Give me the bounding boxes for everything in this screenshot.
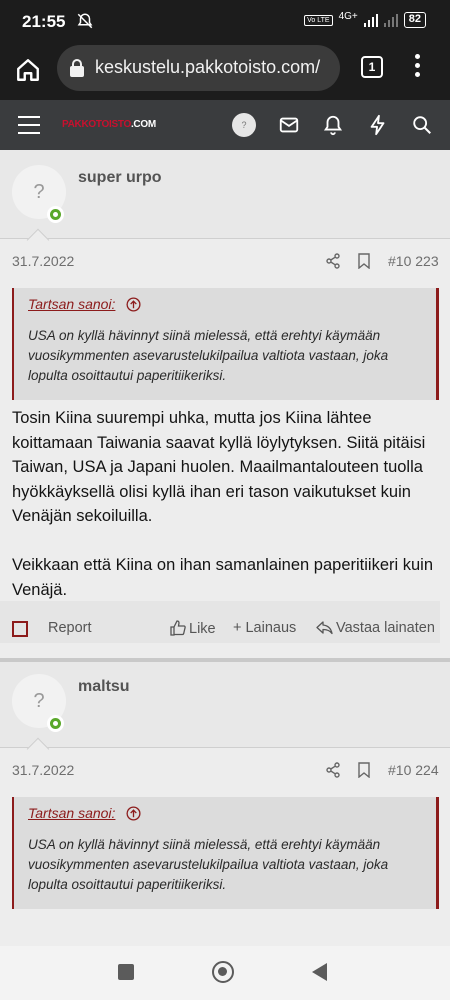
post-number[interactable]: #10 224 — [388, 762, 439, 778]
post-user-block: ? maltsu — [0, 662, 450, 748]
status-indicators: Vo LTE 4G+ 82 — [304, 10, 426, 28]
post-paragraph: Tosin Kiina suurempi uhka, mutta jos Kii… — [12, 409, 426, 525]
post-body: Tosin Kiina suurempi uhka, mutta jos Kii… — [12, 406, 440, 602]
back-triangle-icon[interactable] — [312, 963, 327, 981]
address-bar[interactable]: keskustelu.pakkotoisto.com/ — [57, 45, 340, 91]
username[interactable]: maltsu — [78, 678, 130, 696]
post-number[interactable]: #10 223 — [388, 253, 439, 269]
tabs-icon[interactable]: 1 — [361, 56, 383, 78]
signal-icon — [363, 13, 378, 27]
bookmark-icon[interactable] — [357, 762, 371, 778]
post-paragraph: Veikkaan että Kiina on ihan samanlainen … — [12, 556, 434, 599]
bell-icon[interactable] — [322, 114, 344, 136]
mail-icon[interactable] — [278, 114, 300, 136]
logo-text-white: .COM — [130, 119, 156, 130]
quote-text: USA on kyllä hävinnyt siinä mielessä, et… — [28, 837, 389, 892]
quote-text: USA on kyllä hävinnyt siinä mielessä, et… — [28, 328, 389, 383]
lock-icon — [70, 59, 84, 77]
battery-icon: 82 — [403, 12, 426, 28]
home-icon[interactable] — [15, 57, 41, 83]
report-button[interactable]: Report — [48, 620, 92, 636]
quote-block: Tartsan sanoi: USA on kyllä hävinnyt sii… — [12, 797, 439, 909]
search-icon[interactable] — [411, 114, 433, 136]
online-status-icon — [47, 715, 64, 732]
quote-block: Tartsan sanoi: USA on kyllä hävinnyt sii… — [12, 288, 439, 400]
system-nav-bar — [0, 946, 450, 1000]
logo-text-red: PAKKOTOISTO — [62, 119, 131, 130]
share-icon[interactable] — [325, 762, 341, 778]
thumb-up-icon — [170, 620, 186, 636]
quote-author-link[interactable]: Tartsan sanoi: — [28, 805, 115, 821]
quote-author-link[interactable]: Tartsan sanoi: — [28, 296, 115, 312]
post-meta: 31.7.2022 #10 224 — [0, 762, 450, 782]
quote-button[interactable]: + Lainaus — [233, 620, 296, 636]
url-text[interactable]: keskustelu.pakkotoisto.com/ — [95, 57, 320, 78]
like-button[interactable]: Like — [170, 620, 216, 637]
home-circle-icon[interactable] — [212, 961, 234, 983]
reply-icon — [316, 621, 333, 635]
status-bar: 21:55 Vo LTE 4G+ 82 — [0, 0, 450, 44]
post-meta: 31.7.2022 #10 223 — [0, 253, 450, 273]
signal-secondary-icon — [383, 13, 398, 27]
bookmark-icon[interactable] — [357, 253, 371, 269]
more-vert-icon[interactable] — [410, 54, 424, 80]
network-type: 4G+ — [338, 10, 358, 22]
post-date[interactable]: 31.7.2022 — [12, 762, 74, 778]
reply-quote-button[interactable]: Vastaa lainaten — [316, 620, 435, 636]
post-user-block: ? super urpo — [0, 150, 450, 239]
recents-square-icon[interactable] — [118, 964, 134, 980]
post-date[interactable]: 31.7.2022 — [12, 253, 74, 269]
arrow-up-circle-icon[interactable] — [126, 806, 141, 821]
post-actions: Report Like + Lainaus Vastaa lainaten — [0, 601, 440, 643]
select-checkbox[interactable] — [12, 621, 28, 637]
username[interactable]: super urpo — [78, 169, 162, 187]
like-label: Like — [189, 621, 216, 637]
browser-toolbar: keskustelu.pakkotoisto.com/ 1 — [0, 44, 450, 100]
user-avatar[interactable]: ? — [232, 113, 256, 137]
share-icon[interactable] — [325, 253, 341, 269]
mute-bell-icon — [77, 13, 93, 29]
volte-badge: Vo LTE — [304, 14, 333, 26]
arrow-up-circle-icon[interactable] — [126, 297, 141, 312]
hamburger-icon[interactable] — [18, 116, 40, 134]
site-logo[interactable]: PAKKOTOISTO.COM — [62, 119, 156, 130]
status-time: 21:55 — [22, 12, 66, 31]
online-status-icon — [47, 206, 64, 223]
bolt-icon[interactable] — [367, 114, 389, 136]
reply-quote-label: Vastaa lainaten — [336, 620, 435, 636]
